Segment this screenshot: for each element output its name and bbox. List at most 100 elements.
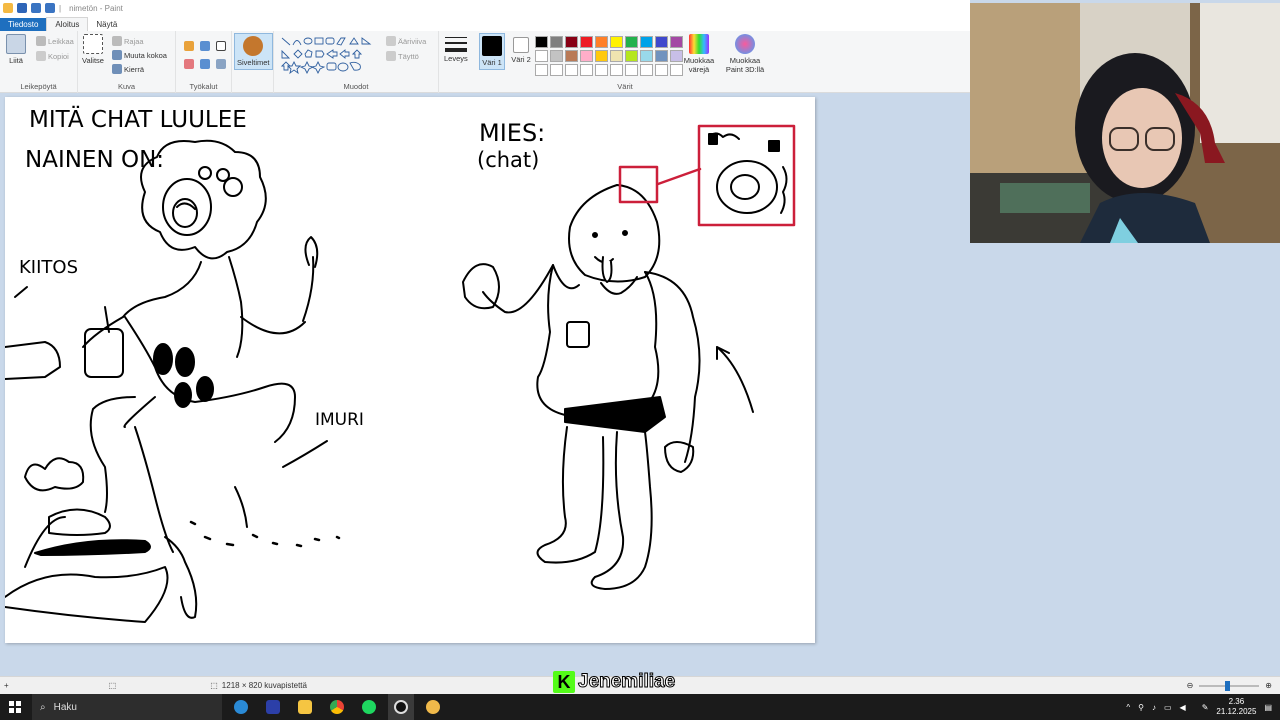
microphone-icon[interactable]: ♪	[1152, 703, 1156, 712]
taskbar-app-edge[interactable]	[228, 694, 254, 720]
fill-bucket-icon[interactable]	[200, 41, 210, 51]
palette-swatch[interactable]	[640, 36, 653, 48]
crop-button[interactable]: Rajaa	[112, 36, 144, 46]
palette-swatch[interactable]	[565, 50, 578, 62]
palette-swatch[interactable]	[595, 64, 608, 76]
paint3d-icon	[735, 34, 755, 54]
redo-icon[interactable]	[45, 3, 55, 13]
palette-swatch[interactable]	[655, 36, 668, 48]
tab-view[interactable]: Näytä	[88, 18, 125, 31]
palette-swatch[interactable]	[550, 36, 563, 48]
magnifier-icon[interactable]	[216, 59, 226, 69]
taskbar-app-obs[interactable]	[388, 694, 414, 720]
palette-swatch[interactable]	[595, 36, 608, 48]
palette-swatch[interactable]	[595, 50, 608, 62]
rotate-button[interactable]: Kierrä	[112, 64, 144, 74]
paint-icon	[426, 700, 440, 714]
taskbar-app-l[interactable]	[260, 694, 286, 720]
undo-icon[interactable]	[31, 3, 41, 13]
eraser-icon[interactable]	[184, 59, 194, 69]
zoom-out-icon[interactable]: ⊖	[1187, 681, 1194, 690]
palette-swatch[interactable]	[625, 50, 638, 62]
paint3d-button[interactable]: Muokkaa Paint 3D:llä	[722, 34, 768, 74]
color2-button[interactable]: Väri 2	[509, 35, 533, 64]
palette-swatch[interactable]	[535, 64, 548, 76]
pencil-icon[interactable]	[184, 41, 194, 51]
zoom-slider[interactable]	[1199, 680, 1260, 691]
rotate-label: Kierrä	[124, 64, 145, 74]
zoom-detail	[708, 132, 788, 214]
image-group-label: Kuva	[117, 82, 136, 91]
woman-figure	[4, 139, 341, 623]
text-icon[interactable]	[216, 41, 226, 51]
palette-swatch[interactable]	[565, 36, 578, 48]
drawing-canvas[interactable]: MITÄ CHAT LUULEE NAINEN ON: KIITOS IMURI…	[4, 97, 815, 643]
taskbar-clock[interactable]: 2.36 21.12.2025	[1216, 697, 1256, 717]
edit-colors-label: Muokkaa värejä	[683, 56, 715, 74]
palette-swatch[interactable]	[580, 36, 593, 48]
shapes-gallery[interactable]	[280, 36, 380, 76]
palette-swatch[interactable]	[565, 64, 578, 76]
palette-swatch[interactable]	[655, 50, 668, 62]
zoom-annotation	[618, 124, 796, 227]
cut-button[interactable]: Leikkaa	[36, 36, 74, 46]
palette-swatch[interactable]	[625, 36, 638, 48]
size-label: Leveys	[444, 54, 468, 63]
pen-icon[interactable]: ✎	[1202, 703, 1209, 712]
obs-icon	[394, 700, 408, 714]
volume-icon[interactable]: ◀	[1180, 703, 1186, 712]
color1-swatch	[482, 36, 502, 56]
outline-button[interactable]: Ääriviiva	[386, 36, 426, 46]
paste-button[interactable]: Liitä	[6, 34, 26, 65]
palette-swatch[interactable]	[580, 50, 593, 62]
select-button[interactable]: Valitse	[82, 34, 104, 65]
palette-swatch[interactable]	[550, 64, 563, 76]
palette-swatch[interactable]	[610, 64, 623, 76]
notification-icon[interactable]: ▤	[1264, 703, 1272, 712]
search-icon: ⌕	[40, 701, 46, 713]
tab-file[interactable]: Tiedosto	[0, 18, 47, 31]
brushes-button[interactable]: Siveltimet	[234, 33, 273, 70]
taskbar-app-chrome[interactable]	[324, 694, 350, 720]
tools-group-label: Työkalut	[189, 82, 218, 91]
color1-button[interactable]: Väri 1	[479, 33, 505, 70]
palette-swatch[interactable]	[655, 64, 668, 76]
shapes-group-label: Muodot	[343, 82, 369, 91]
taskbar-app-spotify[interactable]	[356, 694, 382, 720]
crop-label: Rajaa	[124, 36, 144, 46]
edit-colors-button[interactable]: Muokkaa värejä	[680, 34, 718, 74]
taskbar-search[interactable]: ⌕ Haku	[32, 694, 222, 720]
folder-icon	[298, 700, 312, 714]
palette-swatch[interactable]	[610, 50, 623, 62]
windows-start-icon[interactable]	[9, 701, 21, 713]
palette-swatch[interactable]	[580, 64, 593, 76]
zoom-in-icon[interactable]: ⊕	[1265, 681, 1272, 690]
display-icon[interactable]: ▭	[1164, 703, 1172, 712]
tray-chevron-icon[interactable]: ^	[1126, 703, 1130, 712]
app-l-icon	[266, 700, 280, 714]
palette-swatch[interactable]	[610, 36, 623, 48]
zoom-slider-thumb[interactable]	[1225, 680, 1231, 691]
paint3d-label: Muokkaa Paint 3D:llä	[725, 56, 765, 74]
taskbar-app-explorer[interactable]	[292, 694, 318, 720]
size-button[interactable]: Leveys	[444, 34, 468, 63]
man-figure	[462, 184, 754, 590]
palette-swatch[interactable]	[640, 64, 653, 76]
crop-icon	[112, 36, 122, 46]
resize-button[interactable]: Muuta kokoa	[112, 50, 167, 60]
taskbar-app-paint[interactable]	[420, 694, 446, 720]
palette-swatch[interactable]	[640, 50, 653, 62]
chrome-icon	[330, 700, 344, 714]
search-label: Haku	[53, 701, 77, 713]
network-off-icon[interactable]: ⚲	[1138, 703, 1144, 712]
save-icon[interactable]	[17, 3, 27, 13]
palette-swatch[interactable]	[535, 36, 548, 48]
fill-button[interactable]: Täyttö	[386, 51, 419, 61]
color-picker-icon[interactable]	[200, 59, 210, 69]
copy-button[interactable]: Kopioi	[36, 51, 69, 61]
palette-swatch[interactable]	[625, 64, 638, 76]
tab-home[interactable]: Aloitus	[46, 17, 89, 31]
size-group: Leveys	[439, 31, 475, 93]
palette-swatch[interactable]	[550, 50, 563, 62]
palette-swatch[interactable]	[535, 50, 548, 62]
